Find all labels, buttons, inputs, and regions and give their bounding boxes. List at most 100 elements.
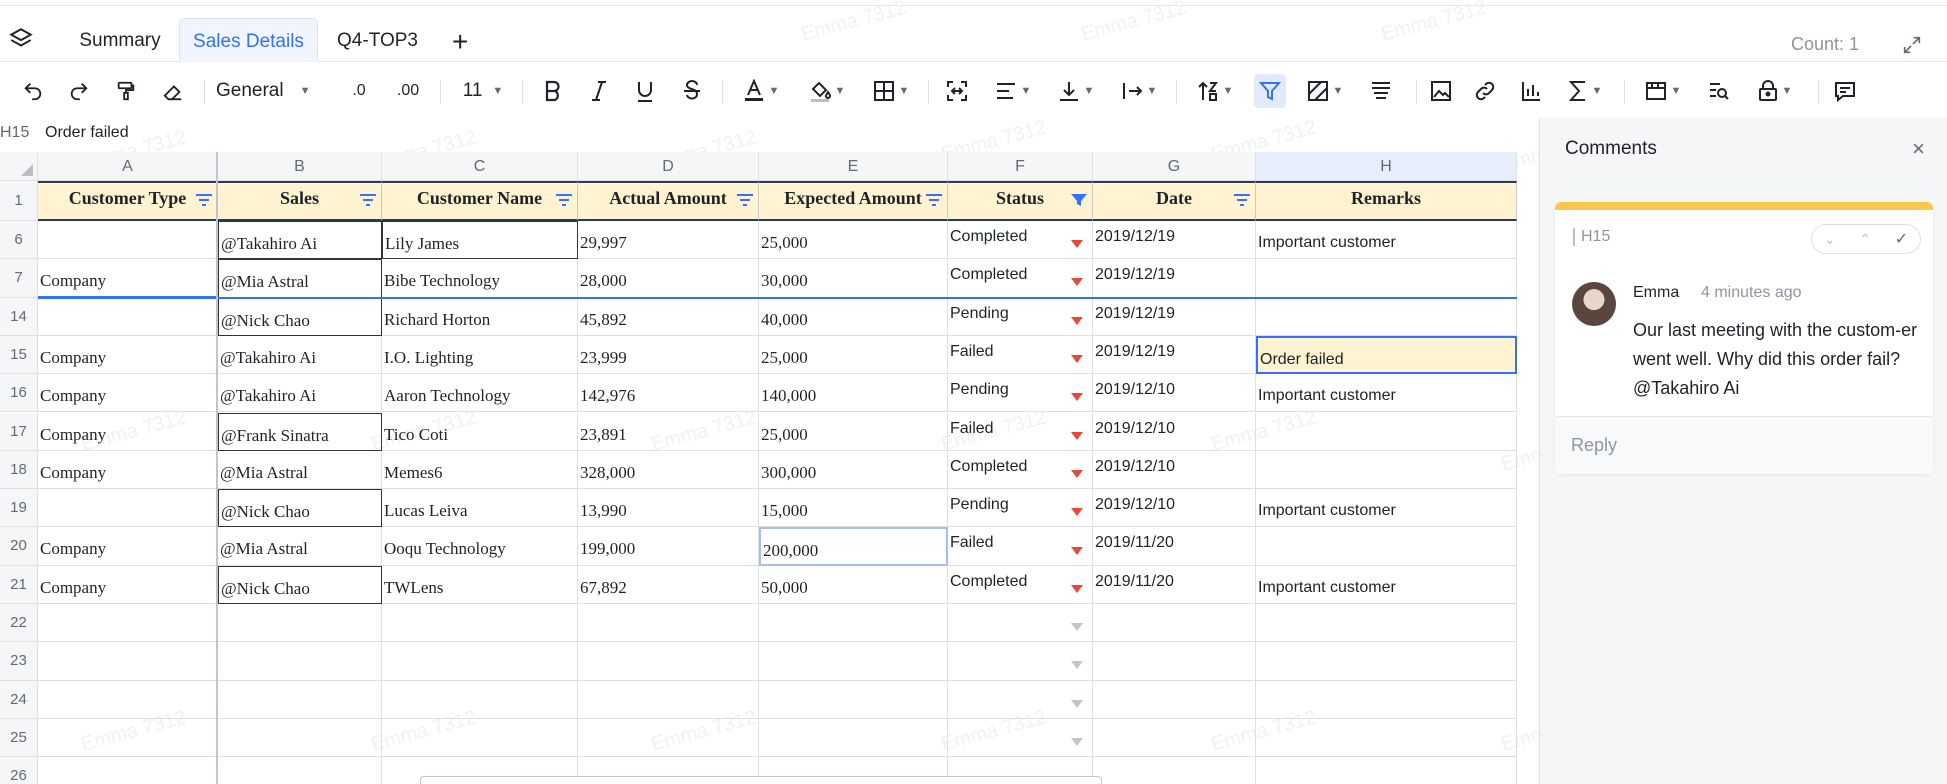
cell-name[interactable]: Lucas Leiva xyxy=(382,489,578,528)
cell-remarks[interactable] xyxy=(1256,259,1517,298)
dropdown-arrow-icon[interactable] xyxy=(1071,469,1083,478)
format-painter-icon[interactable] xyxy=(111,74,141,108)
select-all-corner[interactable] xyxy=(0,152,38,181)
cell-date[interactable]: 2019/12/19 xyxy=(1093,259,1256,298)
decrease-decimal-button[interactable]: .0 xyxy=(344,74,374,108)
empty-cell[interactable] xyxy=(1093,680,1256,719)
header-cell[interactable]: Actual Amount xyxy=(578,181,759,221)
cell-date[interactable]: 2019/12/10 xyxy=(1093,412,1256,451)
filter-icon[interactable] xyxy=(195,193,213,207)
cell-expected[interactable]: 30,000 xyxy=(759,259,948,298)
empty-cell[interactable] xyxy=(1256,680,1517,719)
cell-sales[interactable]: @Nick Chao xyxy=(218,297,382,336)
dropdown-arrow-icon[interactable] xyxy=(1071,316,1083,325)
cell-name[interactable]: Richard Horton xyxy=(382,297,578,336)
empty-cell[interactable] xyxy=(759,604,948,643)
dropdown-arrow-icon[interactable] xyxy=(1071,355,1083,364)
cell-date[interactable]: 2019/12/19 xyxy=(1093,221,1256,260)
empty-cell[interactable] xyxy=(1256,718,1517,758)
cell-type[interactable] xyxy=(38,297,218,336)
cell-date[interactable]: 2019/11/20 xyxy=(1093,565,1256,604)
cell-actual[interactable]: 199,000 xyxy=(578,527,759,566)
protect-icon[interactable]: ▼ xyxy=(1752,74,1798,108)
cell-sales[interactable]: @Frank Sinatra xyxy=(218,412,382,451)
cell-actual[interactable]: 29,997 xyxy=(578,221,759,260)
cell-remarks[interactable]: Order failed xyxy=(1256,335,1517,375)
font-size-dropdown[interactable]: 11 ▼ xyxy=(458,74,508,108)
vertical-align-icon[interactable]: ▼ xyxy=(1053,74,1099,108)
empty-cell[interactable] xyxy=(38,757,218,784)
dropdown-arrow-icon[interactable] xyxy=(1071,546,1083,555)
cell-expected[interactable]: 15,000 xyxy=(759,489,948,528)
header-cell[interactable]: Sales xyxy=(218,181,382,221)
dropdown-arrow-icon[interactable] xyxy=(1071,240,1083,249)
add-sheet-button[interactable]: + xyxy=(452,28,468,56)
empty-cell[interactable] xyxy=(382,642,578,681)
empty-cell[interactable] xyxy=(759,642,948,681)
row-header[interactable]: 24 xyxy=(0,680,38,719)
cell-expected[interactable]: 200,000 xyxy=(759,527,948,566)
freeze-divider[interactable] xyxy=(216,152,218,784)
chart-icon[interactable] xyxy=(1516,74,1546,108)
cell-expected[interactable]: 25,000 xyxy=(759,412,948,451)
cell-date[interactable]: 2019/12/19 xyxy=(1093,335,1256,375)
cell-remarks[interactable] xyxy=(1256,450,1517,490)
cell-name[interactable]: Memes6 xyxy=(382,450,578,490)
dropdown-arrow-icon[interactable] xyxy=(1071,584,1083,593)
fill-color-icon[interactable]: ▼ xyxy=(804,74,850,108)
empty-cell[interactable] xyxy=(578,718,759,758)
cell-type[interactable]: Company xyxy=(38,450,218,490)
tab-q4-top3[interactable]: Q4-TOP3 xyxy=(325,18,430,63)
row-header[interactable]: 16 xyxy=(0,374,38,413)
cell-expected[interactable]: 140,000 xyxy=(759,374,948,413)
filter-icon[interactable] xyxy=(736,193,754,207)
column-header-h[interactable]: H xyxy=(1256,152,1517,181)
row-header[interactable]: 18 xyxy=(0,450,38,490)
cell-expected[interactable]: 300,000 xyxy=(759,450,948,490)
cell-date[interactable]: 2019/11/20 xyxy=(1093,527,1256,566)
cell-sales[interactable]: @Mia Astral xyxy=(218,259,382,298)
dropdown-arrow-icon[interactable] xyxy=(1071,699,1083,708)
number-format-dropdown[interactable]: General ▼ xyxy=(216,74,332,108)
cell-date[interactable]: 2019/12/19 xyxy=(1093,297,1256,336)
row-header[interactable]: 25 xyxy=(0,718,38,758)
cell-type[interactable]: Company xyxy=(38,412,218,451)
filter-active-icon[interactable] xyxy=(1070,193,1088,207)
resolve-icon[interactable]: ✓ xyxy=(1895,229,1908,249)
redo-icon[interactable] xyxy=(64,74,94,108)
row-header[interactable]: 23 xyxy=(0,642,38,681)
tab-summary[interactable]: Summary xyxy=(60,18,180,63)
column-header-c[interactable]: C xyxy=(382,152,578,181)
empty-cell[interactable] xyxy=(1093,718,1256,758)
strikethrough-icon[interactable] xyxy=(677,74,707,108)
comment-card[interactable]: H15 ⌄ ⌃ ✓ Emma 4 minutes ago Our last me… xyxy=(1555,202,1933,474)
cell-name[interactable]: Lily James xyxy=(382,221,578,260)
dropdown-list-icon[interactable]: ▼ xyxy=(1640,74,1686,108)
italic-icon[interactable] xyxy=(584,74,614,108)
row-header[interactable]: 19 xyxy=(0,489,38,528)
header-cell[interactable]: Customer Type xyxy=(38,181,218,221)
cell-remarks[interactable]: Important customer xyxy=(1256,565,1517,604)
cell-remarks[interactable] xyxy=(1256,527,1517,566)
empty-cell[interactable] xyxy=(1093,604,1256,643)
formula-input[interactable]: Order failed xyxy=(45,124,129,142)
empty-cell[interactable] xyxy=(38,680,218,719)
header-cell[interactable]: Status xyxy=(948,181,1093,221)
cell-sales[interactable]: @Mia Astral xyxy=(218,527,382,566)
cell-sales[interactable]: @Takahiro Ai xyxy=(218,221,382,260)
merge-icon[interactable] xyxy=(942,74,972,108)
chevron-up-icon[interactable]: ⌃ xyxy=(1859,231,1871,248)
empty-cell[interactable] xyxy=(759,718,948,758)
formula-bar[interactable]: H15 Order failed xyxy=(0,120,1540,148)
header-cell[interactable]: Remarks xyxy=(1256,181,1517,221)
eraser-icon[interactable] xyxy=(158,74,188,108)
empty-cell[interactable] xyxy=(578,642,759,681)
header-cell[interactable]: Customer Name xyxy=(382,181,578,221)
empty-cell[interactable] xyxy=(38,718,218,758)
cell-sales[interactable]: @Nick Chao xyxy=(218,565,382,604)
cell-name[interactable]: Aaron Technology xyxy=(382,374,578,413)
find-icon[interactable] xyxy=(1704,74,1734,108)
sort-icon[interactable]: ▼ xyxy=(1192,74,1238,108)
cell-expected[interactable]: 40,000 xyxy=(759,297,948,336)
cell-date[interactable]: 2019/12/10 xyxy=(1093,374,1256,413)
